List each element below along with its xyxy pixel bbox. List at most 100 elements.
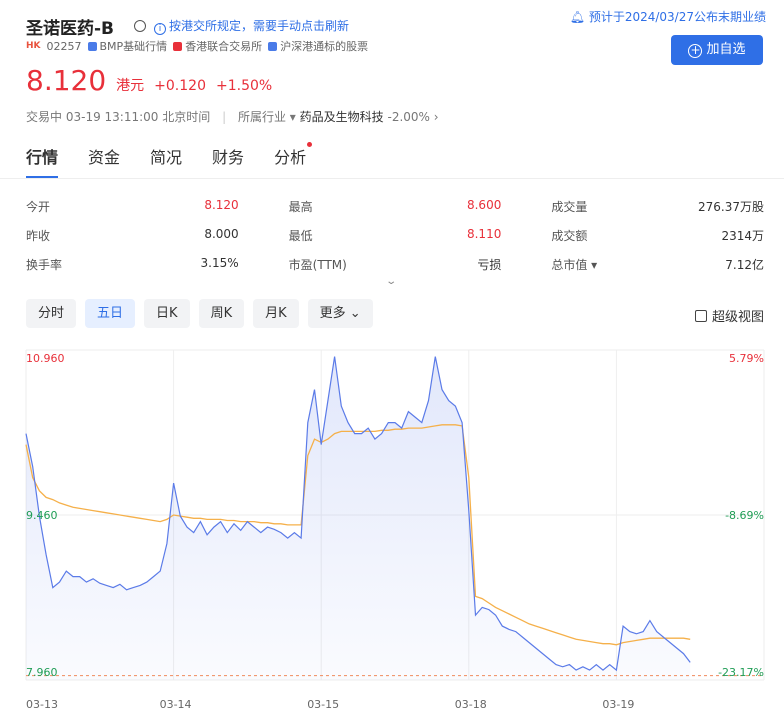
tab-finance[interactable]: 财务 <box>212 144 244 168</box>
refresh-circle-icon[interactable] <box>134 20 146 32</box>
price-chart[interactable]: 10.960 9.460 7.960 5.79% -8.69% -23.17% 03-13 0… <box>0 338 784 720</box>
stats-row: 今开 8.120 最高 8.600 成交量 276.37万股 <box>26 192 764 221</box>
stat-prev-close: 昨收 8.000 <box>26 227 239 244</box>
stat-label: 最高 <box>288 200 313 214</box>
stat-value: 7.12亿 <box>725 258 765 272</box>
x-axis-label: 03-15 <box>307 698 339 711</box>
x-axis-label: 03-18 <box>455 698 487 711</box>
period-weekly-k[interactable]: 周K <box>198 299 245 328</box>
period-5day[interactable]: 五日 <box>85 299 136 328</box>
stat-turnover-rate: 换手率 3.15% <box>26 256 239 273</box>
stat-label: 最低 <box>288 229 313 243</box>
chevron-right-icon: › <box>433 110 439 124</box>
price-change-pct: +1.50% <box>215 78 273 94</box>
stat-label: 总市值 ▾ <box>551 258 598 272</box>
bell-icon: 🔔︎ <box>569 10 589 24</box>
tag-connect-label: 沪深港通标的股票 <box>280 40 369 53</box>
industry-link[interactable]: ▾ 药品及生物科技 -2.00% › <box>290 110 439 124</box>
period-more[interactable]: 更多 ⌄ <box>307 299 373 328</box>
stat-high: 最高 8.600 <box>289 198 502 215</box>
x-axis-label: 03-14 <box>160 698 192 711</box>
stat-value: 8.110 <box>466 227 502 241</box>
stat-value: 8.600 <box>466 198 502 212</box>
stat-value: 2314万 <box>721 229 765 243</box>
stat-value: 3.15% <box>200 256 239 270</box>
x-axis-label: 03-13 <box>26 698 58 711</box>
expand-chevron-icon[interactable]: ⌄ <box>385 276 397 287</box>
stat-label: 昨收 <box>26 229 51 243</box>
price-area <box>26 356 691 680</box>
expand-view-icon <box>694 310 707 322</box>
y-axis-left-label: 10.960 <box>26 352 65 365</box>
stat-open: 今开 8.120 <box>26 198 239 215</box>
trade-status: 交易中 03-19 13:11:00 北京时间 | 所属行业 ▾ 药品及生物科技… <box>26 108 439 125</box>
stat-label: 成交量 <box>551 200 588 214</box>
info-icon: i <box>154 23 166 35</box>
tag-bmp-label: BMP基础行情 <box>99 40 168 53</box>
stats-row: 昨收 8.000 最低 8.110 成交额 2314万 <box>26 221 764 250</box>
x-axis-label: 03-19 <box>602 698 634 711</box>
tab-quote[interactable]: 行情 <box>26 144 59 178</box>
period-daily-k[interactable]: 日K <box>144 299 190 328</box>
plus-icon: + <box>688 43 703 58</box>
industry-change: -2.00% <box>387 110 430 124</box>
stock-code: 02257 <box>46 39 82 53</box>
stat-value: 8.120 <box>204 198 239 212</box>
earnings-forecast-text: 预计于2024/03/27公布末期业绩 <box>588 10 766 24</box>
period-selector: 分时 五日 日K 周K 月K 更多 ⌄ <box>26 299 373 328</box>
add-watchlist-button[interactable]: + 加自选 <box>671 35 763 65</box>
y-axis-left-label: 9.460 <box>26 509 58 522</box>
trade-time: 03-19 13:11:00 北京时间 <box>65 110 211 124</box>
divider: | <box>222 110 227 124</box>
stat-label: 成交额 <box>551 229 588 243</box>
stat-label: 换手率 <box>26 258 63 272</box>
industry-label: 所属行业 <box>237 110 286 124</box>
stock-title: 圣诺医药-B <box>26 19 115 39</box>
tab-funds[interactable]: 资金 <box>88 144 120 168</box>
stat-label: 今开 <box>26 200 51 214</box>
market-badge: HK <box>26 41 41 51</box>
tag-connect[interactable]: 沪深港通标的股票 <box>268 38 368 54</box>
stat-label: 市盈(TTM) <box>288 258 347 272</box>
period-intraday[interactable]: 分时 <box>26 299 77 328</box>
stat-turnover: 成交额 2314万 <box>551 227 764 244</box>
last-price: 8.120 <box>26 64 107 97</box>
hkex-icon <box>173 42 183 51</box>
notification-dot <box>307 142 313 147</box>
tag-bmp[interactable]: BMP基础行情 <box>87 38 168 54</box>
price-block: 8.120 港元 +0.120 +1.50% <box>26 64 272 97</box>
industry-name: 药品及生物科技 <box>299 110 384 124</box>
tab-analysis[interactable]: 分析 <box>274 142 313 168</box>
super-view-button[interactable]: 超级视图 <box>694 306 764 325</box>
period-more-label: 更多 <box>319 306 346 321</box>
add-watchlist-label: 加自选 <box>706 42 746 57</box>
chevron-down-icon: ⌄ <box>349 306 361 321</box>
price-change: +0.120 <box>154 78 206 94</box>
stat-value: 亏损 <box>477 258 502 272</box>
currency: 港元 <box>116 78 145 94</box>
earnings-forecast[interactable]: 🔔︎ 预计于2024/03/27公布末期业绩 <box>570 8 766 25</box>
trade-state: 交易中 <box>26 110 63 124</box>
tag-exchange[interactable]: 香港联合交易所 <box>173 38 262 54</box>
refresh-notice[interactable]: i 按港交所规定，需要手动点击刷新 <box>154 17 349 35</box>
stats-grid: 今开 8.120 最高 8.600 成交量 276.37万股 昨收 8.000 最低 8.… <box>26 192 764 279</box>
stat-pe: 市盈(TTM) 亏损 <box>289 256 502 273</box>
tag-exchange-label: 香港联合交易所 <box>185 40 263 53</box>
stat-volume: 成交量 276.37万股 <box>551 198 764 215</box>
stock-tags: HK 02257 BMP基础行情 香港联合交易所 沪深港通标的股票 <box>26 38 368 54</box>
bmp-icon <box>87 42 97 51</box>
refresh-notice-text: 按港交所规定，需要手动点击刷新 <box>169 19 350 33</box>
period-monthly-k[interactable]: 月K <box>253 299 299 328</box>
stat-value: 276.37万股 <box>698 200 765 214</box>
stats-row: 换手率 3.15% 市盈(TTM) 亏损 总市值 ▾ 7.12亿 <box>26 250 764 279</box>
tab-analysis-label: 分析 <box>274 148 307 167</box>
super-view-label: 超级视图 <box>711 310 764 325</box>
y-axis-right-label: -8.69% <box>725 509 764 522</box>
stat-value: 8.000 <box>204 227 239 241</box>
connect-icon <box>268 42 278 51</box>
y-axis-right-label: -23.17% <box>718 666 764 679</box>
y-axis-right-label: 5.79% <box>729 352 764 365</box>
stat-market-cap[interactable]: 总市值 ▾ 7.12亿 <box>551 256 764 273</box>
stat-low: 最低 8.110 <box>289 227 502 244</box>
tab-profile[interactable]: 简况 <box>150 144 182 168</box>
